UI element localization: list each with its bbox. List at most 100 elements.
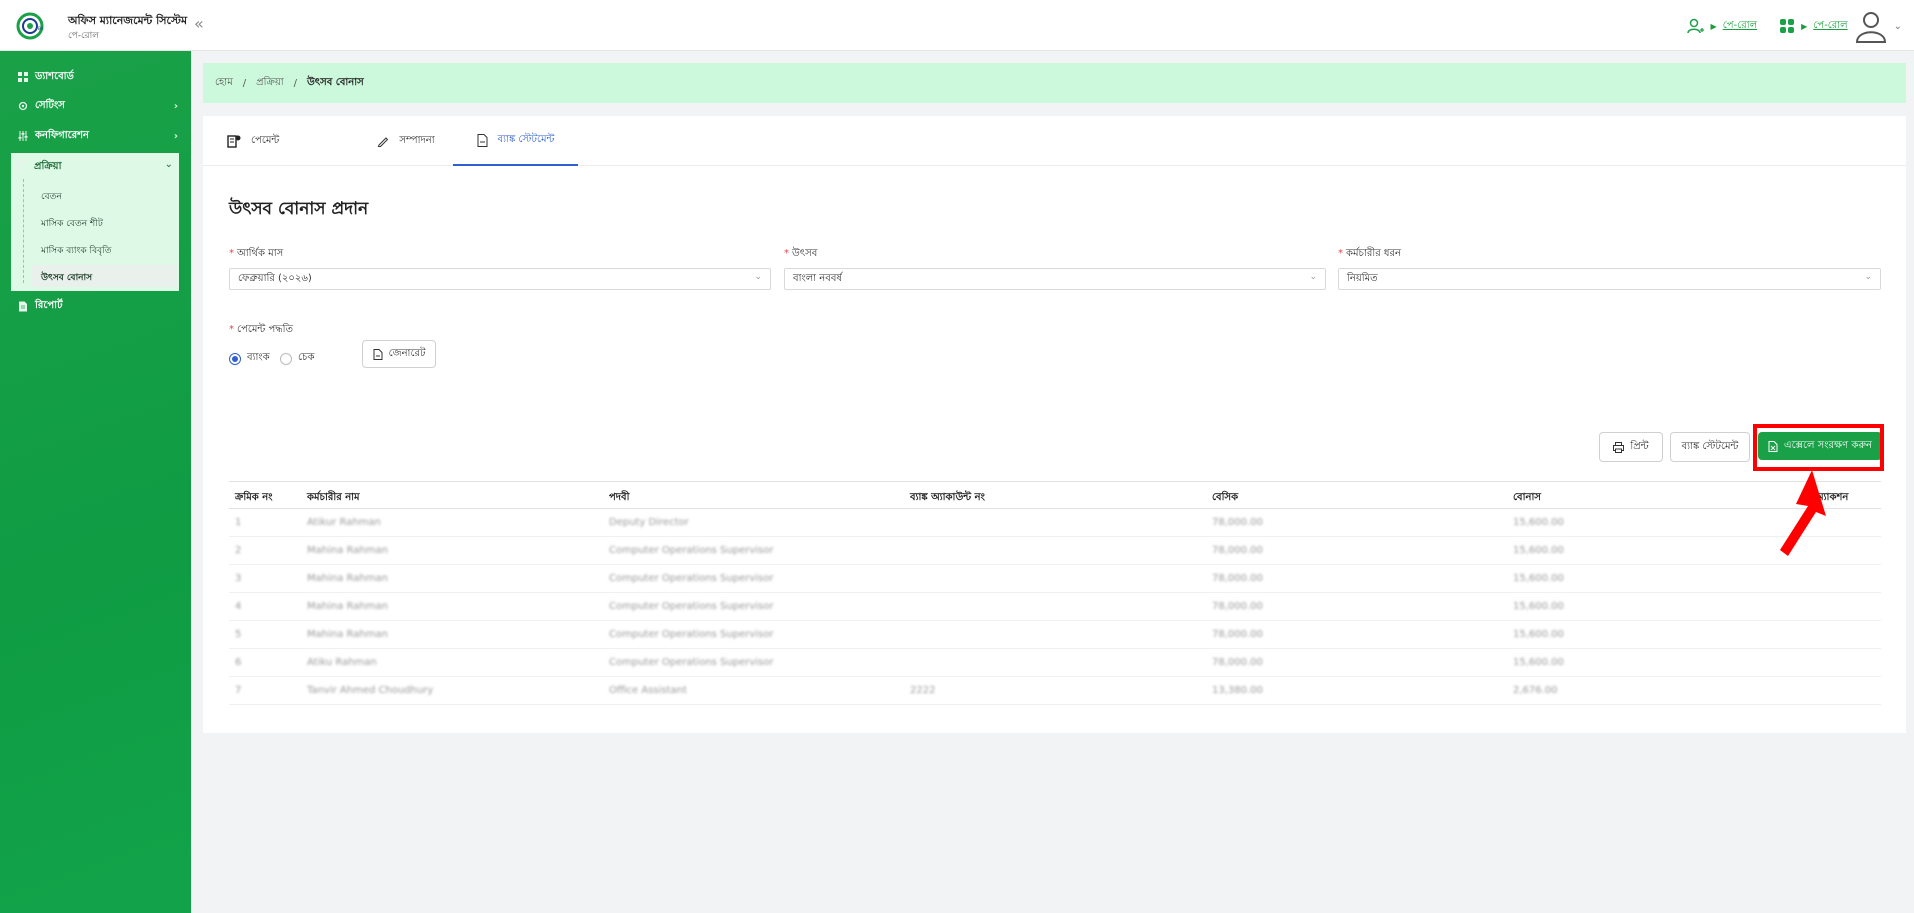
tab-label: পেমেন্ট (251, 134, 280, 146)
file-icon (373, 348, 383, 360)
top-header: BA অফিস ম্যানেজমেন্ট সিস্টেম পে-রোল « ▶ … (0, 0, 1914, 51)
apps-grid-icon[interactable] (1779, 18, 1795, 34)
radio-label: ব্যাংক (247, 352, 270, 363)
cell-designation: Computer Operations Supervisor (609, 601, 774, 612)
table-header: ক্রমিক নং কর্মচারীর নাম পদবী ব্যাঙ্ক অ্য… (229, 481, 1881, 509)
cell-designation: Computer Operations Supervisor (609, 657, 774, 668)
cell-serial: 3 (235, 573, 242, 584)
cell-designation: Computer Operations Supervisor (609, 545, 774, 556)
festival-value: বাংলা নববর্ষ (793, 272, 842, 284)
page-title: উৎসব বোনাস প্রদান (229, 199, 369, 219)
chevron-down-icon: ⌄ (1309, 272, 1317, 282)
sidebar-item-label: ড্যাশবোর্ড (35, 70, 74, 82)
radio-dot-selected[interactable] (229, 352, 241, 365)
chevron-down-icon[interactable]: ⌄ (1894, 21, 1902, 32)
highlight-box (1753, 424, 1884, 471)
cell-serial: 1 (235, 517, 242, 528)
module-link-1[interactable]: পে-রোল (1723, 18, 1757, 35)
cell-designation: Deputy Director (609, 517, 689, 528)
table-row: 6 Atiku Rahman Computer Operations Supervi… (229, 649, 1881, 677)
sidebar-item-report[interactable]: রিপোর্ট (18, 297, 63, 315)
cell-name: Mahina Rahman (307, 545, 388, 556)
breadcrumb-section[interactable]: প্রক্রিয়া (256, 75, 283, 92)
month-label: * আর্থিক মাস (229, 248, 284, 259)
cell-serial: 7 (235, 685, 242, 696)
sidebar-item-dashboard[interactable]: ড্যাশবোর্ড (18, 68, 74, 86)
bank-statement-button[interactable]: ব্যাঙ্ক স্টেটমেন্ট (1670, 432, 1750, 462)
cell-basic: 78,000.00 (1212, 629, 1263, 640)
pencil-icon (378, 137, 389, 147)
tab-label: ব্যাঙ্ক স্টেটমেন্ট (497, 133, 555, 145)
user-avatar-icon[interactable] (1854, 9, 1888, 43)
month-select[interactable]: ফেব্রুয়ারি (২০২৬) ⌄ (229, 268, 771, 290)
collapse-sidebar-icon[interactable]: « (194, 14, 204, 33)
tab-bar: পেমেন্ট সম্পাদনা ব্যাঙ্ক স্টেটমেন্ট (203, 116, 1906, 166)
breadcrumb-separator: / (293, 77, 297, 89)
payment-method-label: * পেমেন্ট পদ্ধতি (229, 324, 293, 335)
document-icon (19, 301, 27, 311)
breadcrumb-separator: / (242, 77, 247, 89)
radio-label: চেক (298, 352, 315, 363)
tab-label: সম্পাদনা (399, 134, 435, 146)
cell-basic: 78,000.00 (1212, 657, 1263, 668)
module-link-2[interactable]: পে-রোল (1813, 18, 1847, 35)
radio-bank[interactable]: ব্যাংক (229, 350, 270, 367)
table-row: 4 Mahina Rahman Computer Operations Superv… (229, 593, 1881, 621)
cell-basic: 78,000.00 (1212, 545, 1263, 556)
radio-cheque[interactable]: চেক (280, 350, 314, 367)
col-bonus: বোনাস (1513, 492, 1541, 503)
tab-bank-statement[interactable]: ব্যাঙ্ক স্টেটমেন্ট (453, 116, 578, 166)
svg-text:BA: BA (38, 26, 44, 31)
employee-type-label: * কর্মচারীর ধরন (1338, 248, 1401, 259)
breadcrumb-home[interactable]: হোম (215, 75, 233, 92)
generate-button[interactable]: জেনারেট (362, 340, 436, 368)
cell-name: Mahina Rahman (307, 601, 388, 612)
employee-type-select[interactable]: নিয়মিত ⌄ (1338, 268, 1881, 290)
submenu-guide (23, 179, 24, 283)
cell-designation: Office Assistant (609, 685, 687, 696)
tab-edit[interactable]: সম্পাদনা (351, 116, 461, 166)
sidebar-item-configuration[interactable]: কনফিগারেশন › (18, 127, 178, 145)
file-icon (477, 133, 488, 147)
user-module-icon (1686, 18, 1704, 34)
cell-bonus: 2,676.00 (1513, 685, 1558, 696)
cell-basic: 78,000.00 (1212, 601, 1263, 612)
bonus-table: ক্রমিক নং কর্মচারীর নাম পদবী ব্যাঙ্ক অ্য… (229, 481, 1881, 705)
header-right: ▶ পে-রোল ▶ পে-রোল ⌄ (1686, 8, 1902, 44)
col-serial: ক্রমিক নং (235, 492, 273, 503)
main-card: পেমেন্ট সম্পাদনা ব্যাঙ্ক স্টেটমেন্ট উৎসব… (203, 116, 1906, 733)
sidebar-item-process[interactable]: প্রক্রিয়া ⌄ বেতন মাসিক বেতন শীট মাসিক ব… (11, 153, 179, 291)
cell-serial: 6 (235, 657, 242, 668)
caret-right-icon: ▶ (1801, 21, 1808, 31)
cell-name: Tanvir Ahmed Choudhury (307, 685, 434, 696)
cell-name: Atiku Rahman (307, 657, 377, 668)
tab-payment[interactable]: পেমেন্ট (227, 116, 337, 166)
table-row: 3 Mahina Rahman Computer Operations Superv… (229, 565, 1881, 593)
cell-basic: 78,000.00 (1212, 517, 1263, 528)
submenu-item-festival-bonus[interactable]: উৎসব বোনাস (41, 270, 92, 285)
sidebar-item-label: প্রক্রিয়া (34, 161, 62, 172)
submenu-item-monthly-bank-statement[interactable]: মাসিক ব্যাংক বিবৃতি (41, 243, 111, 258)
submenu-item-monthly-salary-sheet[interactable]: মাসিক বেতন শীট (41, 216, 103, 231)
festival-label: * উৎসব (784, 248, 818, 259)
sidebar-item-label: কনফিগারেশন (35, 129, 89, 141)
col-designation: পদবী (609, 492, 630, 503)
cell-serial: 5 (235, 629, 242, 640)
sidebar-item-settings[interactable]: সেটিংস › (18, 97, 178, 115)
table-row: 2 Mahina Rahman Computer Operations Superv… (229, 537, 1881, 565)
festival-select[interactable]: বাংলা নববর্ষ ⌄ (784, 268, 1326, 290)
cell-bonus: 15,600.00 (1513, 573, 1564, 584)
table-body: 1 Atikur Rahman Deputy Director 78,000.00 15… (229, 509, 1881, 705)
cell-designation: Computer Operations Supervisor (609, 629, 774, 640)
chevron-right-icon: › (173, 130, 178, 142)
cell-bonus: 15,600.00 (1513, 545, 1564, 556)
radio-dot[interactable] (280, 352, 292, 365)
submenu-item-salary[interactable]: বেতন (41, 189, 62, 204)
sidebar: ড্যাশবোর্ড সেটিংস › কনফিগারেশন › প্রক্রি… (0, 51, 191, 913)
print-button[interactable]: প্রিন্ট (1599, 432, 1663, 462)
cell-name: Mahina Rahman (307, 573, 388, 584)
col-bank-account: ব্যাঙ্ক অ্যাকাউন্ট নং (910, 492, 985, 503)
cell-basic: 13,380.00 (1212, 685, 1263, 696)
payment-icon (227, 135, 241, 148)
chevron-right-icon: › (173, 100, 178, 112)
